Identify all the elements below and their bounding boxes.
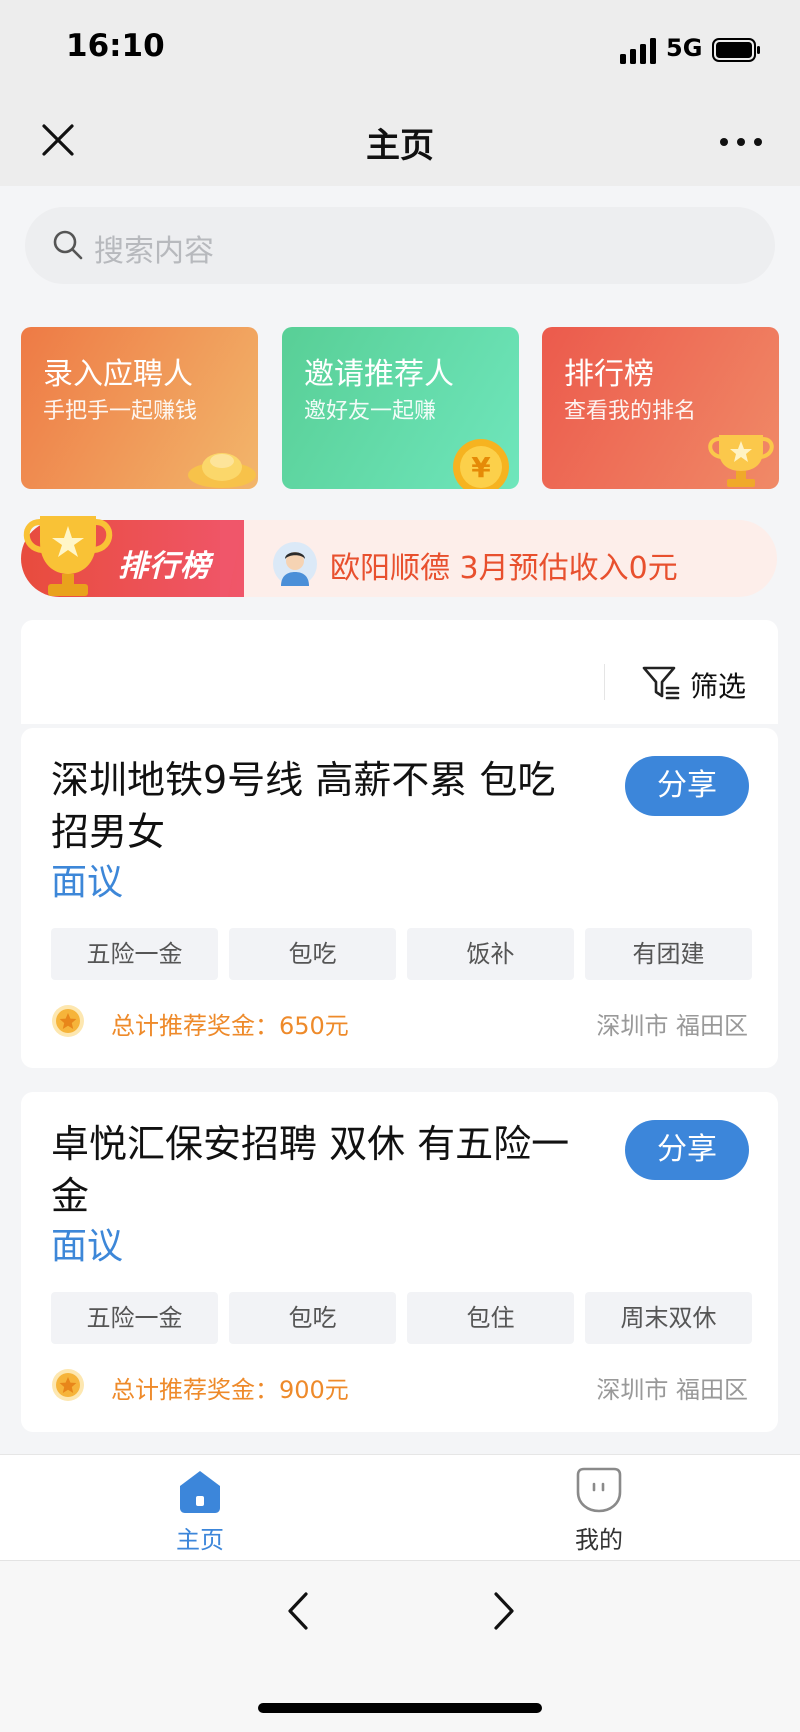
gold-ingot-icon xyxy=(188,453,256,488)
job-tag: 周末双休 xyxy=(585,1292,752,1344)
rank-tag-edge xyxy=(220,520,244,597)
rank-tag-label: 排行榜 xyxy=(118,549,211,584)
share-button[interactable]: 分享 xyxy=(625,1120,749,1180)
profile-icon[interactable] xyxy=(576,1466,622,1514)
svg-text:¥: ¥ xyxy=(471,451,491,484)
battery-icon xyxy=(712,38,760,62)
job-tag: 有团建 xyxy=(585,928,752,980)
yuan-coin-icon: ¥ xyxy=(453,439,509,489)
bonus-amount: 总计推荐奖金：650元 xyxy=(111,1012,349,1040)
job-salary: 面议 xyxy=(51,1226,124,1267)
bonus-star-icon xyxy=(52,1369,84,1401)
card-title: 邀请推荐人 xyxy=(304,357,454,392)
job-tag: 包吃 xyxy=(229,928,396,980)
job-location: 深圳市 福田区 xyxy=(596,1012,748,1040)
filter-button[interactable]: 筛选 xyxy=(690,665,746,705)
more-icon[interactable] xyxy=(718,130,764,154)
card-invite-referrer[interactable]: 邀请推荐人 邀好友一起赚 ¥ xyxy=(282,327,519,489)
home-icon[interactable] xyxy=(176,1468,224,1514)
search-input[interactable]: 搜索内容 xyxy=(94,226,214,270)
job-location: 深圳市 福田区 xyxy=(596,1376,748,1404)
bonus-amount: 总计推荐奖金：900元 xyxy=(111,1376,349,1404)
job-card[interactable]: 深圳地铁9号线 高薪不累 包吃招男女 面议 分享 五险一金 包吃 饭补 有团建 … xyxy=(21,728,778,1068)
share-button[interactable]: 分享 xyxy=(625,756,749,816)
trophy-icon xyxy=(23,516,113,596)
card-subtitle: 查看我的排名 xyxy=(564,399,697,424)
card-enter-applicant[interactable]: 录入应聘人 手把手一起赚钱 xyxy=(21,327,258,489)
job-salary: 面议 xyxy=(51,862,124,903)
filter-icon[interactable] xyxy=(641,662,681,702)
job-card[interactable]: 卓悦汇保安招聘 双休 有五险一金 面议 分享 五险一金 包吃 包住 周末双休 总… xyxy=(21,1092,778,1432)
job-title: 卓悦汇保安招聘 双休 有五险一金 xyxy=(51,1122,570,1218)
chevron-left-icon[interactable] xyxy=(280,1588,316,1634)
search-icon xyxy=(53,230,83,260)
card-title: 录入应聘人 xyxy=(43,357,193,392)
job-tag: 包住 xyxy=(407,1292,574,1344)
chevron-right-icon[interactable] xyxy=(486,1588,522,1634)
tab-home[interactable]: 主页 xyxy=(150,1520,250,1555)
bonus-star-icon xyxy=(52,1005,84,1037)
tab-bar xyxy=(0,1454,800,1561)
job-tag: 包吃 xyxy=(229,1292,396,1344)
card-subtitle: 手把手一起赚钱 xyxy=(43,399,198,424)
signal-icon xyxy=(620,38,656,64)
page-title: 主页 xyxy=(366,126,434,166)
tab-mine[interactable]: 我的 xyxy=(549,1520,649,1555)
status-time: 16:10 xyxy=(66,28,165,64)
network-label: 5G xyxy=(666,34,703,62)
job-title: 深圳地铁9号线 高薪不累 包吃招男女 xyxy=(51,758,556,854)
avatar xyxy=(273,542,317,586)
job-tag: 五险一金 xyxy=(51,928,218,980)
job-tag: 五险一金 xyxy=(51,1292,218,1344)
job-tags: 五险一金 包吃 包住 周末双休 xyxy=(51,1292,752,1344)
trophy-icon xyxy=(708,435,774,487)
card-leaderboard[interactable]: 排行榜 查看我的排名 xyxy=(542,327,779,489)
home-indicator[interactable] xyxy=(258,1703,542,1713)
divider xyxy=(604,664,605,700)
card-title: 排行榜 xyxy=(564,357,654,392)
rank-message: 欧阳顺德 3月预估收入0元 xyxy=(330,551,678,586)
card-subtitle: 邀好友一起赚 xyxy=(304,399,437,424)
job-tags: 五险一金 包吃 饭补 有团建 xyxy=(51,928,752,980)
job-tag: 饭补 xyxy=(407,928,574,980)
